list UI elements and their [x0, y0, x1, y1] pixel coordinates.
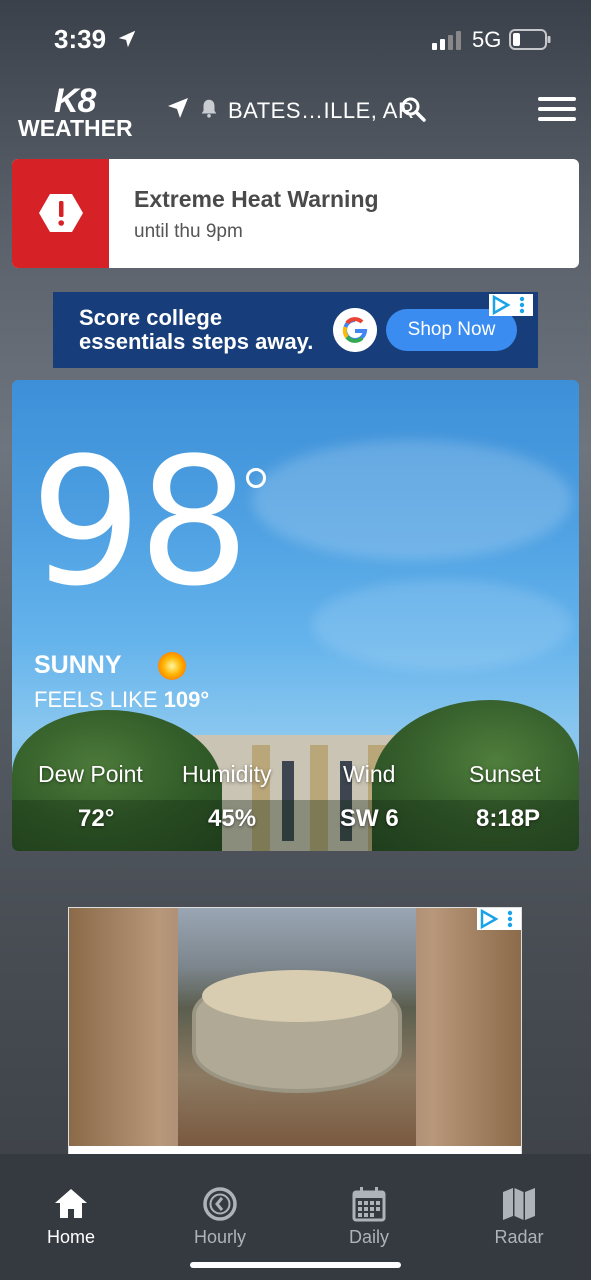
- google-logo-icon: [333, 308, 377, 352]
- current-conditions-card[interactable]: 98 SUNNY FEELS LIKE 109° Dew Point Humid…: [12, 380, 579, 851]
- wind-label: Wind: [343, 761, 396, 787]
- heat-warning-alert[interactable]: Extreme Heat Warning until thu 9pm: [12, 159, 579, 268]
- home-indicator[interactable]: [190, 1262, 401, 1268]
- tab-label: Home: [46, 1227, 95, 1247]
- sunset-value: 8:18P: [476, 805, 541, 832]
- location-name[interactable]: BATES…ILLE, AR: [228, 98, 414, 124]
- tab-label: Radar: [494, 1227, 544, 1247]
- alert-title: Extreme Heat Warning: [134, 186, 379, 212]
- logo-weather: WEATHER: [18, 115, 133, 141]
- search-icon[interactable]: [400, 96, 426, 122]
- degree-symbol: [246, 468, 266, 488]
- ad-text-line2: essentials steps away.: [79, 329, 314, 354]
- ad-text: Score college essentials steps away.: [79, 306, 313, 354]
- ad-choices-icon[interactable]: [477, 908, 521, 930]
- tab-label: Daily: [348, 1227, 389, 1247]
- tab-daily[interactable]: Daily: [314, 1186, 424, 1256]
- k8-weather-logo[interactable]: K8 WEATHER: [18, 82, 152, 141]
- hamburger-menu-icon[interactable]: [538, 97, 576, 123]
- humidity-value: 45%: [208, 805, 257, 832]
- bell-icon[interactable]: [198, 97, 220, 119]
- location-arrow-icon: [118, 30, 136, 48]
- feels-like-value: 109°: [163, 687, 210, 712]
- status-bar: 3:39 5G: [0, 0, 591, 80]
- stone-well-top: [202, 970, 392, 1022]
- tab-label: Hourly: [193, 1227, 246, 1247]
- sun-icon: [158, 652, 186, 680]
- cloud-decoration: [312, 580, 572, 670]
- ad-choices-icon[interactable]: [489, 294, 533, 316]
- dew-point-label: Dew Point: [38, 761, 143, 787]
- calendar-icon: [352, 1187, 386, 1222]
- clock-icon: [203, 1187, 237, 1221]
- location-arrow-icon[interactable]: [166, 96, 190, 120]
- tab-hourly[interactable]: Hourly: [165, 1186, 275, 1256]
- cloud-decoration: [252, 440, 572, 560]
- feels-like-label: FEELS LIKE: [34, 687, 158, 712]
- humidity-label: Humidity: [182, 761, 272, 787]
- tab-radar[interactable]: Radar: [464, 1186, 574, 1256]
- tab-home[interactable]: Home: [16, 1186, 126, 1256]
- ad-image: [178, 908, 416, 1146]
- sunset-label: Sunset: [469, 761, 541, 787]
- wind-value: SW 6: [340, 805, 399, 832]
- banner-ad[interactable]: Score college essentials steps away. Sho…: [53, 292, 538, 368]
- feels-like: FEELS LIKE 109°: [34, 687, 209, 713]
- ad-text-line1: Score college: [79, 305, 223, 330]
- current-temperature: 98: [30, 420, 250, 625]
- map-icon: [503, 1188, 535, 1220]
- image-ad[interactable]: [68, 907, 522, 1155]
- cell-signal-icon: [432, 31, 461, 50]
- status-time: 3:39: [54, 24, 107, 54]
- warning-icon: [39, 194, 83, 232]
- dew-point-value: 72°: [78, 805, 115, 832]
- condition-text: SUNNY: [34, 651, 122, 679]
- alert-icon-box: [12, 159, 109, 268]
- app-header: K8 WEATHER BATES…ILLE, AR: [0, 80, 591, 150]
- battery-icon: [509, 29, 551, 50]
- network-type: 5G: [472, 27, 502, 52]
- alert-subtitle: until thu 9pm: [134, 221, 243, 242]
- home-icon: [55, 1189, 87, 1218]
